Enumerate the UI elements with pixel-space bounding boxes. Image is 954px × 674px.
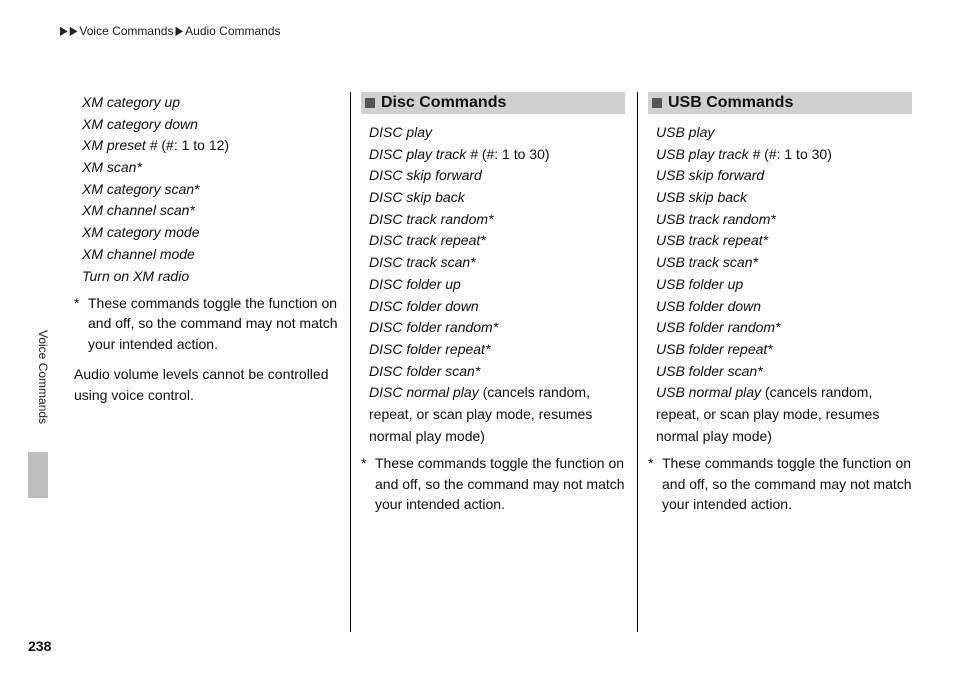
column-xm: XM category upXM category downXM preset … [60, 92, 350, 634]
usb-command-list: USB playUSB play track # (#: 1 to 30)USB… [656, 122, 912, 447]
command-item: DISC track random* [369, 209, 625, 231]
command-item: DISC folder random* [369, 317, 625, 339]
usb-section-header: USB Commands [648, 92, 912, 114]
command-item: DISC folder scan* [369, 361, 625, 383]
breadcrumb: ▶▶Voice Commands▶Audio Commands [60, 24, 281, 38]
side-tab-label: Voice Commands [36, 330, 50, 424]
command-item: USB folder up [656, 274, 912, 296]
triangle-right-icon: ▶ [60, 25, 68, 38]
command-item: USB skip forward [656, 165, 912, 187]
page-number: 238 [28, 638, 51, 654]
breadcrumb-level2: Audio Commands [185, 24, 280, 38]
command-item: XM category up [82, 92, 338, 114]
command-item: DISC play track # (#: 1 to 30) [369, 144, 625, 166]
disc-section-header: Disc Commands [361, 92, 625, 114]
volume-note: Audio volume levels cannot be controlled… [74, 364, 338, 406]
header-text: USB Commands [668, 94, 793, 112]
triangle-right-icon: ▶ [70, 25, 78, 38]
xm-toggle-note: * These commands toggle the function on … [74, 293, 338, 354]
command-item: DISC skip back [369, 187, 625, 209]
square-bullet-icon [365, 98, 375, 108]
command-item: XM channel scan* [82, 200, 338, 222]
command-item: USB play track # (#: 1 to 30) [656, 144, 912, 166]
command-item: XM category scan* [82, 179, 338, 201]
xm-command-list: XM category upXM category downXM preset … [82, 92, 338, 287]
command-item: DISC folder up [369, 274, 625, 296]
command-item: DISC folder repeat* [369, 339, 625, 361]
command-item: USB folder scan* [656, 361, 912, 383]
command-item: XM preset # (#: 1 to 12) [82, 135, 338, 157]
command-item: USB folder random* [656, 317, 912, 339]
command-item: DISC play [369, 122, 625, 144]
content-columns: XM category upXM category downXM preset … [60, 92, 924, 634]
command-item: USB folder repeat* [656, 339, 912, 361]
command-item: DISC folder down [369, 296, 625, 318]
breadcrumb-level1: Voice Commands [79, 24, 173, 38]
command-item: Turn on XM radio [82, 266, 338, 288]
disc-command-list: DISC playDISC play track # (#: 1 to 30)D… [369, 122, 625, 447]
usb-toggle-note: * These commands toggle the function on … [648, 453, 912, 514]
disc-toggle-note: * These commands toggle the function on … [361, 453, 625, 514]
command-item: DISC track repeat* [369, 230, 625, 252]
command-item: XM channel mode [82, 244, 338, 266]
note-text: These commands toggle the function on an… [662, 453, 912, 514]
command-item: USB folder down [656, 296, 912, 318]
command-item: USB track repeat* [656, 230, 912, 252]
command-item: XM category mode [82, 222, 338, 244]
triangle-right-icon: ▶ [175, 25, 183, 38]
command-item: USB track scan* [656, 252, 912, 274]
command-item: DISC track scan* [369, 252, 625, 274]
command-item: USB normal play (cancels random, repeat,… [656, 382, 912, 447]
asterisk: * [74, 293, 88, 354]
note-text: These commands toggle the function on an… [88, 293, 338, 354]
column-usb: USB Commands USB playUSB play track # (#… [638, 92, 924, 634]
command-item: USB skip back [656, 187, 912, 209]
command-item: DISC skip forward [369, 165, 625, 187]
asterisk: * [648, 453, 662, 514]
command-item: USB play [656, 122, 912, 144]
command-item: XM scan* [82, 157, 338, 179]
side-tab-marker [28, 452, 48, 498]
command-item: XM category down [82, 114, 338, 136]
command-item: USB track random* [656, 209, 912, 231]
note-text: These commands toggle the function on an… [375, 453, 625, 514]
asterisk: * [361, 453, 375, 514]
header-text: Disc Commands [381, 94, 506, 112]
column-disc: Disc Commands DISC playDISC play track #… [351, 92, 637, 634]
command-item: DISC normal play (cancels random, repeat… [369, 382, 625, 447]
square-bullet-icon [652, 98, 662, 108]
